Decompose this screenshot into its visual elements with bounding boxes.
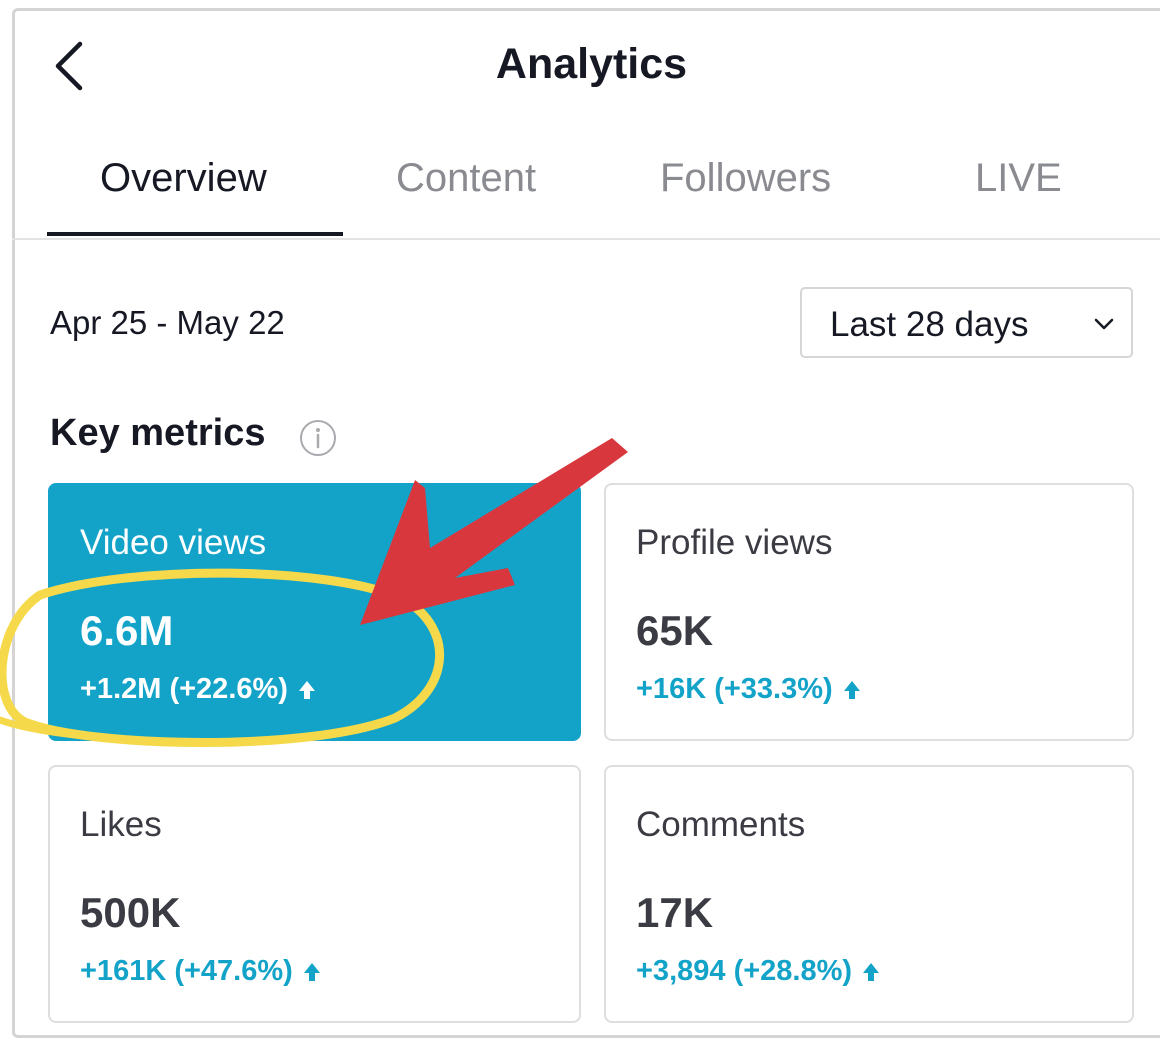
metric-change-text: +161K (+47.6%)	[80, 955, 293, 987]
section-title: Key metrics	[50, 412, 266, 454]
metric-change: +161K (+47.6%)	[80, 955, 321, 988]
metric-change-text: +3,894 (+28.8%)	[636, 955, 853, 987]
arrow-up-icon	[298, 681, 315, 700]
tab-bar: Overview Content Followers LIVE	[0, 156, 1160, 240]
arrow-up-icon	[863, 963, 880, 982]
period-dropdown[interactable]: Last 28 days	[800, 287, 1133, 358]
metric-card-comments[interactable]: Comments 17K +3,894 (+28.8%)	[604, 765, 1134, 1023]
date-range: Apr 25 - May 22	[50, 304, 285, 341]
tab-overview[interactable]: Overview	[100, 156, 267, 201]
metric-change: +3,894 (+28.8%)	[636, 955, 880, 988]
tab-content[interactable]: Content	[396, 156, 536, 201]
tab-live[interactable]: LIVE	[975, 156, 1062, 201]
metric-value: 65K	[636, 607, 714, 654]
arrow-up-icon	[303, 963, 320, 982]
arrow-up-icon	[843, 681, 860, 700]
info-icon[interactable]	[298, 418, 338, 458]
metric-value: 6.6M	[80, 607, 174, 654]
metric-card-video-views[interactable]: Video views 6.6M +1.2M (+22.6%)	[48, 483, 581, 741]
metric-label: Profile views	[636, 523, 833, 562]
metric-label: Likes	[80, 805, 162, 844]
page-title: Analytics	[495, 40, 688, 88]
metric-change: +1.2M (+22.6%)	[80, 673, 316, 706]
chevron-down-icon	[1094, 318, 1114, 330]
metric-card-likes[interactable]: Likes 500K +161K (+47.6%)	[48, 765, 581, 1023]
active-tab-indicator	[47, 232, 343, 236]
metric-label: Comments	[636, 805, 806, 844]
metric-card-profile-views[interactable]: Profile views 65K +16K (+33.3%)	[604, 483, 1134, 741]
metric-change-text: +16K (+33.3%)	[636, 673, 833, 705]
metric-change: +16K (+33.3%)	[636, 673, 861, 706]
metric-value: 500K	[80, 889, 181, 936]
metric-value: 17K	[636, 889, 714, 936]
period-dropdown-label: Last 28 days	[830, 305, 1029, 344]
metric-change-text: +1.2M (+22.6%)	[80, 673, 288, 705]
tab-divider	[12, 238, 1160, 240]
tab-followers[interactable]: Followers	[660, 156, 831, 201]
metric-label: Video views	[80, 523, 267, 562]
